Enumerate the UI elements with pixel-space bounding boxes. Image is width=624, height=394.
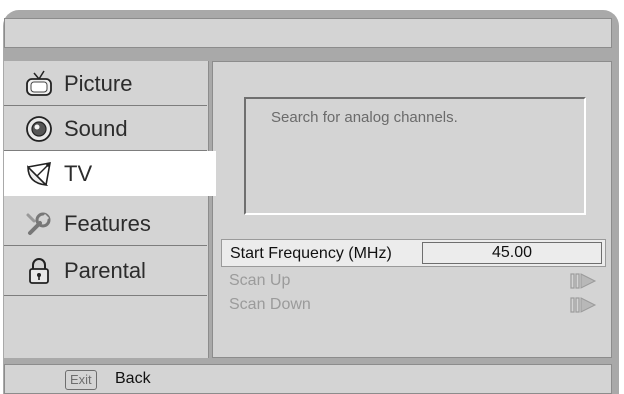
sidebar-item-tv[interactable]: TV xyxy=(4,151,216,196)
sidebar-item-label: Parental xyxy=(64,258,146,283)
start-frequency-label: Start Frequency (MHz) xyxy=(230,245,392,262)
sidebar-item-label: Features xyxy=(64,210,151,236)
sidebar-item-label: TV xyxy=(64,160,93,186)
exit-key-hint[interactable]: Exit xyxy=(65,370,97,390)
footer-bar: Exit Back xyxy=(4,364,612,394)
play-pause-icon[interactable] xyxy=(569,297,597,313)
sidebar-item-label: Sound xyxy=(64,115,128,141)
sidebar-item-picture[interactable]: Picture xyxy=(4,61,207,106)
tv-set-icon xyxy=(26,70,52,96)
title-bar xyxy=(4,18,612,48)
info-text: Search for analog channels. xyxy=(271,109,458,126)
info-box: Search for analog channels. xyxy=(244,97,586,215)
scan-up-row[interactable]: Scan Up xyxy=(229,270,601,292)
sidebar-item-parental[interactable]: Parental xyxy=(4,246,207,296)
satellite-dish-icon xyxy=(27,161,51,186)
wrench-icon xyxy=(26,212,51,235)
scan-up-label: Scan Up xyxy=(229,272,291,289)
start-frequency-row[interactable]: Start Frequency (MHz) 45.00 xyxy=(221,239,606,267)
sidebar: Picture Sound TV Features Parental xyxy=(4,61,216,358)
sidebar-item-label: Picture xyxy=(64,70,133,96)
content-panel: Search for analog channels. Start Freque… xyxy=(212,61,612,358)
play-pause-icon[interactable] xyxy=(569,273,597,289)
start-frequency-field[interactable]: 45.00 xyxy=(422,242,602,264)
back-label: Back xyxy=(115,370,151,387)
scan-down-label: Scan Down xyxy=(229,296,311,313)
sidebar-item-sound[interactable]: Sound xyxy=(4,106,207,151)
sidebar-item-features[interactable]: Features xyxy=(4,201,207,246)
speaker-icon xyxy=(26,115,52,142)
padlock-icon xyxy=(29,258,49,284)
scan-down-row[interactable]: Scan Down xyxy=(229,294,601,316)
